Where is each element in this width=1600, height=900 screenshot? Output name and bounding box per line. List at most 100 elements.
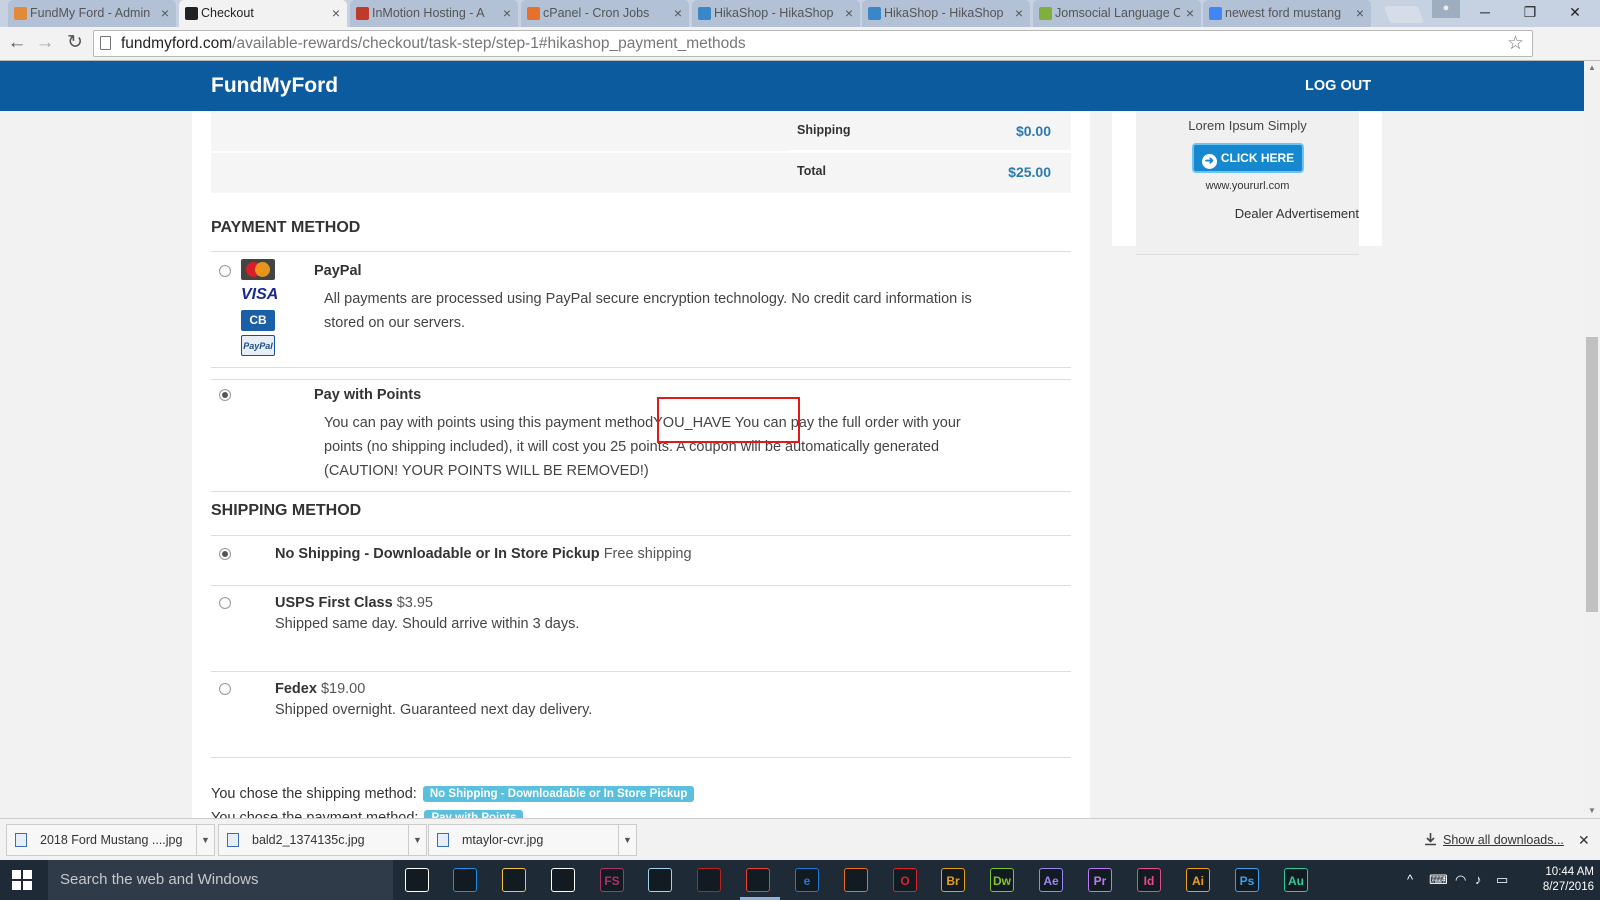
close-tab-icon[interactable]: × xyxy=(161,0,169,26)
browser-tab[interactable]: Checkout × xyxy=(179,0,347,27)
pay-with-points-radio[interactable] xyxy=(219,389,231,401)
site-brand[interactable]: FundMyFord xyxy=(211,61,338,111)
ad-click-button[interactable]: ➜ CLICK HERE xyxy=(1192,143,1304,173)
windows-start-icon[interactable] xyxy=(12,870,32,890)
screen: FundMy Ford - Admin × Checkout × InMotion Ho… xyxy=(0,0,1600,900)
browser-tab[interactable]: HikaShop - HikaShop × xyxy=(692,0,860,27)
shipping-method-heading: SHIPPING METHOD xyxy=(211,502,362,519)
chevron-down-icon[interactable]: ▼ xyxy=(408,824,427,856)
reload-button[interactable]: ↻ xyxy=(64,32,86,54)
restore-icon[interactable]: ❐ xyxy=(1508,0,1552,25)
browser-tab[interactable]: newest ford mustang × xyxy=(1203,0,1371,27)
task-view-icon[interactable] xyxy=(405,868,429,892)
close-tab-icon[interactable]: × xyxy=(1015,0,1023,26)
notepad-icon[interactable] xyxy=(648,868,672,892)
page-scrollbar[interactable]: ▲ ▼ xyxy=(1584,61,1600,818)
download-item[interactable]: mtaylor-cvr.jpg ▼ xyxy=(428,824,637,856)
tab-title: HikaShop - HikaShop xyxy=(884,6,1004,20)
divider xyxy=(211,379,1071,380)
usps-option[interactable]: USPS First Class $3.95 xyxy=(275,595,433,611)
chrome-icon[interactable] xyxy=(746,868,770,892)
illustrator-icon[interactable]: Ai xyxy=(1186,868,1210,892)
browser-tab[interactable]: InMotion Hosting - A × xyxy=(350,0,518,27)
pay-with-points-title[interactable]: Pay with Points xyxy=(314,387,421,403)
divider xyxy=(211,585,1071,586)
usps-radio[interactable] xyxy=(219,597,231,609)
dreamweaver-icon[interactable]: Dw xyxy=(990,868,1014,892)
usps-desc: Shipped same day. Should arrive within 3… xyxy=(275,616,580,632)
dropbox-icon[interactable] xyxy=(453,868,477,892)
filezilla-icon[interactable] xyxy=(697,868,721,892)
chevron-down-icon[interactable]: ▼ xyxy=(196,824,215,856)
taskbar-clock[interactable]: 10:44 AM 8/27/2016 xyxy=(1524,865,1594,895)
show-all-downloads-link[interactable]: Show all downloads... xyxy=(1443,819,1564,861)
close-downloads-icon[interactable]: ✕ xyxy=(1578,819,1590,861)
download-item[interactable]: 2018 Ford Mustang ....jpg ▼ xyxy=(6,824,215,856)
divider xyxy=(211,757,1071,758)
taskbar-search-box[interactable]: Search the web and Windows xyxy=(48,860,393,900)
bookmark-star-icon[interactable]: ☆ xyxy=(1507,31,1524,56)
tray-chevron-icon[interactable]: ^ xyxy=(1407,860,1413,900)
indesign-icon[interactable]: Id xyxy=(1137,868,1161,892)
input-icon[interactable]: ⌨ xyxy=(1429,860,1448,900)
premiere-icon[interactable]: Pr xyxy=(1088,868,1112,892)
firefox-icon[interactable] xyxy=(844,868,868,892)
no-shipping-option[interactable]: No Shipping - Downloadable or In Store P… xyxy=(275,546,692,562)
volume-icon[interactable]: ♪ xyxy=(1475,860,1482,900)
close-tab-icon[interactable]: × xyxy=(503,0,511,26)
shipping-name: USPS First Class xyxy=(275,595,393,611)
fedex-option[interactable]: Fedex $19.00 xyxy=(275,681,365,697)
url-path: /available-rewards/checkout/task-step/st… xyxy=(232,35,746,52)
store-icon[interactable] xyxy=(551,868,575,892)
paypal-radio[interactable] xyxy=(219,265,231,277)
logout-link[interactable]: LOG OUT xyxy=(1305,61,1371,111)
address-bar[interactable]: fundmyford.com/available-rewards/checkou… xyxy=(93,30,1533,57)
close-tab-icon[interactable]: × xyxy=(845,0,853,26)
visa-icon: VISA xyxy=(241,286,279,303)
browser-tab[interactable]: HikaShop - HikaShop × xyxy=(862,0,1030,27)
summary-divider xyxy=(789,150,1071,153)
edge-icon[interactable]: e xyxy=(795,868,819,892)
points-desc-line1: You can pay with points using this payme… xyxy=(324,415,961,431)
fedex-radio[interactable] xyxy=(219,683,231,695)
ad-url: www.yoururl.com xyxy=(1205,180,1290,192)
ad-text: Lorem Ipsum Simply xyxy=(1188,118,1307,133)
photoshop-icon[interactable]: Ps xyxy=(1235,868,1259,892)
tab-title: FundMy Ford - Admin xyxy=(30,6,151,20)
close-tab-icon[interactable]: × xyxy=(674,0,682,26)
wifi-icon[interactable]: ◠ xyxy=(1455,860,1466,900)
no-shipping-radio[interactable] xyxy=(219,548,231,560)
dealer-ad[interactable]: Lorem Ipsum Simply ➜ CLICK HERE www.youru… xyxy=(1136,111,1359,255)
new-tab-button[interactable] xyxy=(1383,6,1425,23)
download-item[interactable]: bald2_1374135c.jpg ▼ xyxy=(218,824,427,856)
fs-icon[interactable]: FS xyxy=(600,868,624,892)
total-label: Total xyxy=(797,164,826,178)
close-tab-icon[interactable]: × xyxy=(1356,0,1364,26)
browser-tab[interactable]: FundMy Ford - Admin × xyxy=(8,0,176,27)
close-tab-icon[interactable]: × xyxy=(1186,0,1194,26)
scroll-up-icon[interactable]: ▲ xyxy=(1584,63,1600,72)
close-window-icon[interactable]: ✕ xyxy=(1553,0,1597,25)
tab-title: InMotion Hosting - A xyxy=(372,6,485,20)
audition-icon[interactable]: Au xyxy=(1284,868,1308,892)
scroll-down-icon[interactable]: ▼ xyxy=(1584,806,1600,815)
browser-tab[interactable]: cPanel - Cron Jobs × xyxy=(521,0,689,27)
bridge-icon[interactable]: Br xyxy=(941,868,965,892)
close-tab-icon[interactable]: × xyxy=(332,0,340,26)
browser-tab[interactable]: Jomsocial Language C × xyxy=(1033,0,1201,27)
minimize-icon[interactable]: ─ xyxy=(1463,0,1507,25)
paypal-title[interactable]: PayPal xyxy=(314,263,362,279)
cpanel-icon xyxy=(527,7,540,20)
shipping-label: Shipping xyxy=(797,123,851,137)
image-file-icon xyxy=(437,833,449,847)
annotation-highlight-box xyxy=(657,397,800,443)
scrollbar-thumb[interactable] xyxy=(1586,337,1598,612)
message-icon[interactable]: ▭ xyxy=(1496,860,1508,900)
file-explorer-icon[interactable] xyxy=(502,868,526,892)
back-button[interactable]: ← xyxy=(6,32,28,54)
aftereffects-icon[interactable]: Ae xyxy=(1039,868,1063,892)
chevron-down-icon[interactable]: ▼ xyxy=(618,824,637,856)
forward-button[interactable]: → xyxy=(34,32,56,54)
opera-icon[interactable]: O xyxy=(893,868,917,892)
user-profile-icon[interactable]: ● xyxy=(1432,0,1460,18)
